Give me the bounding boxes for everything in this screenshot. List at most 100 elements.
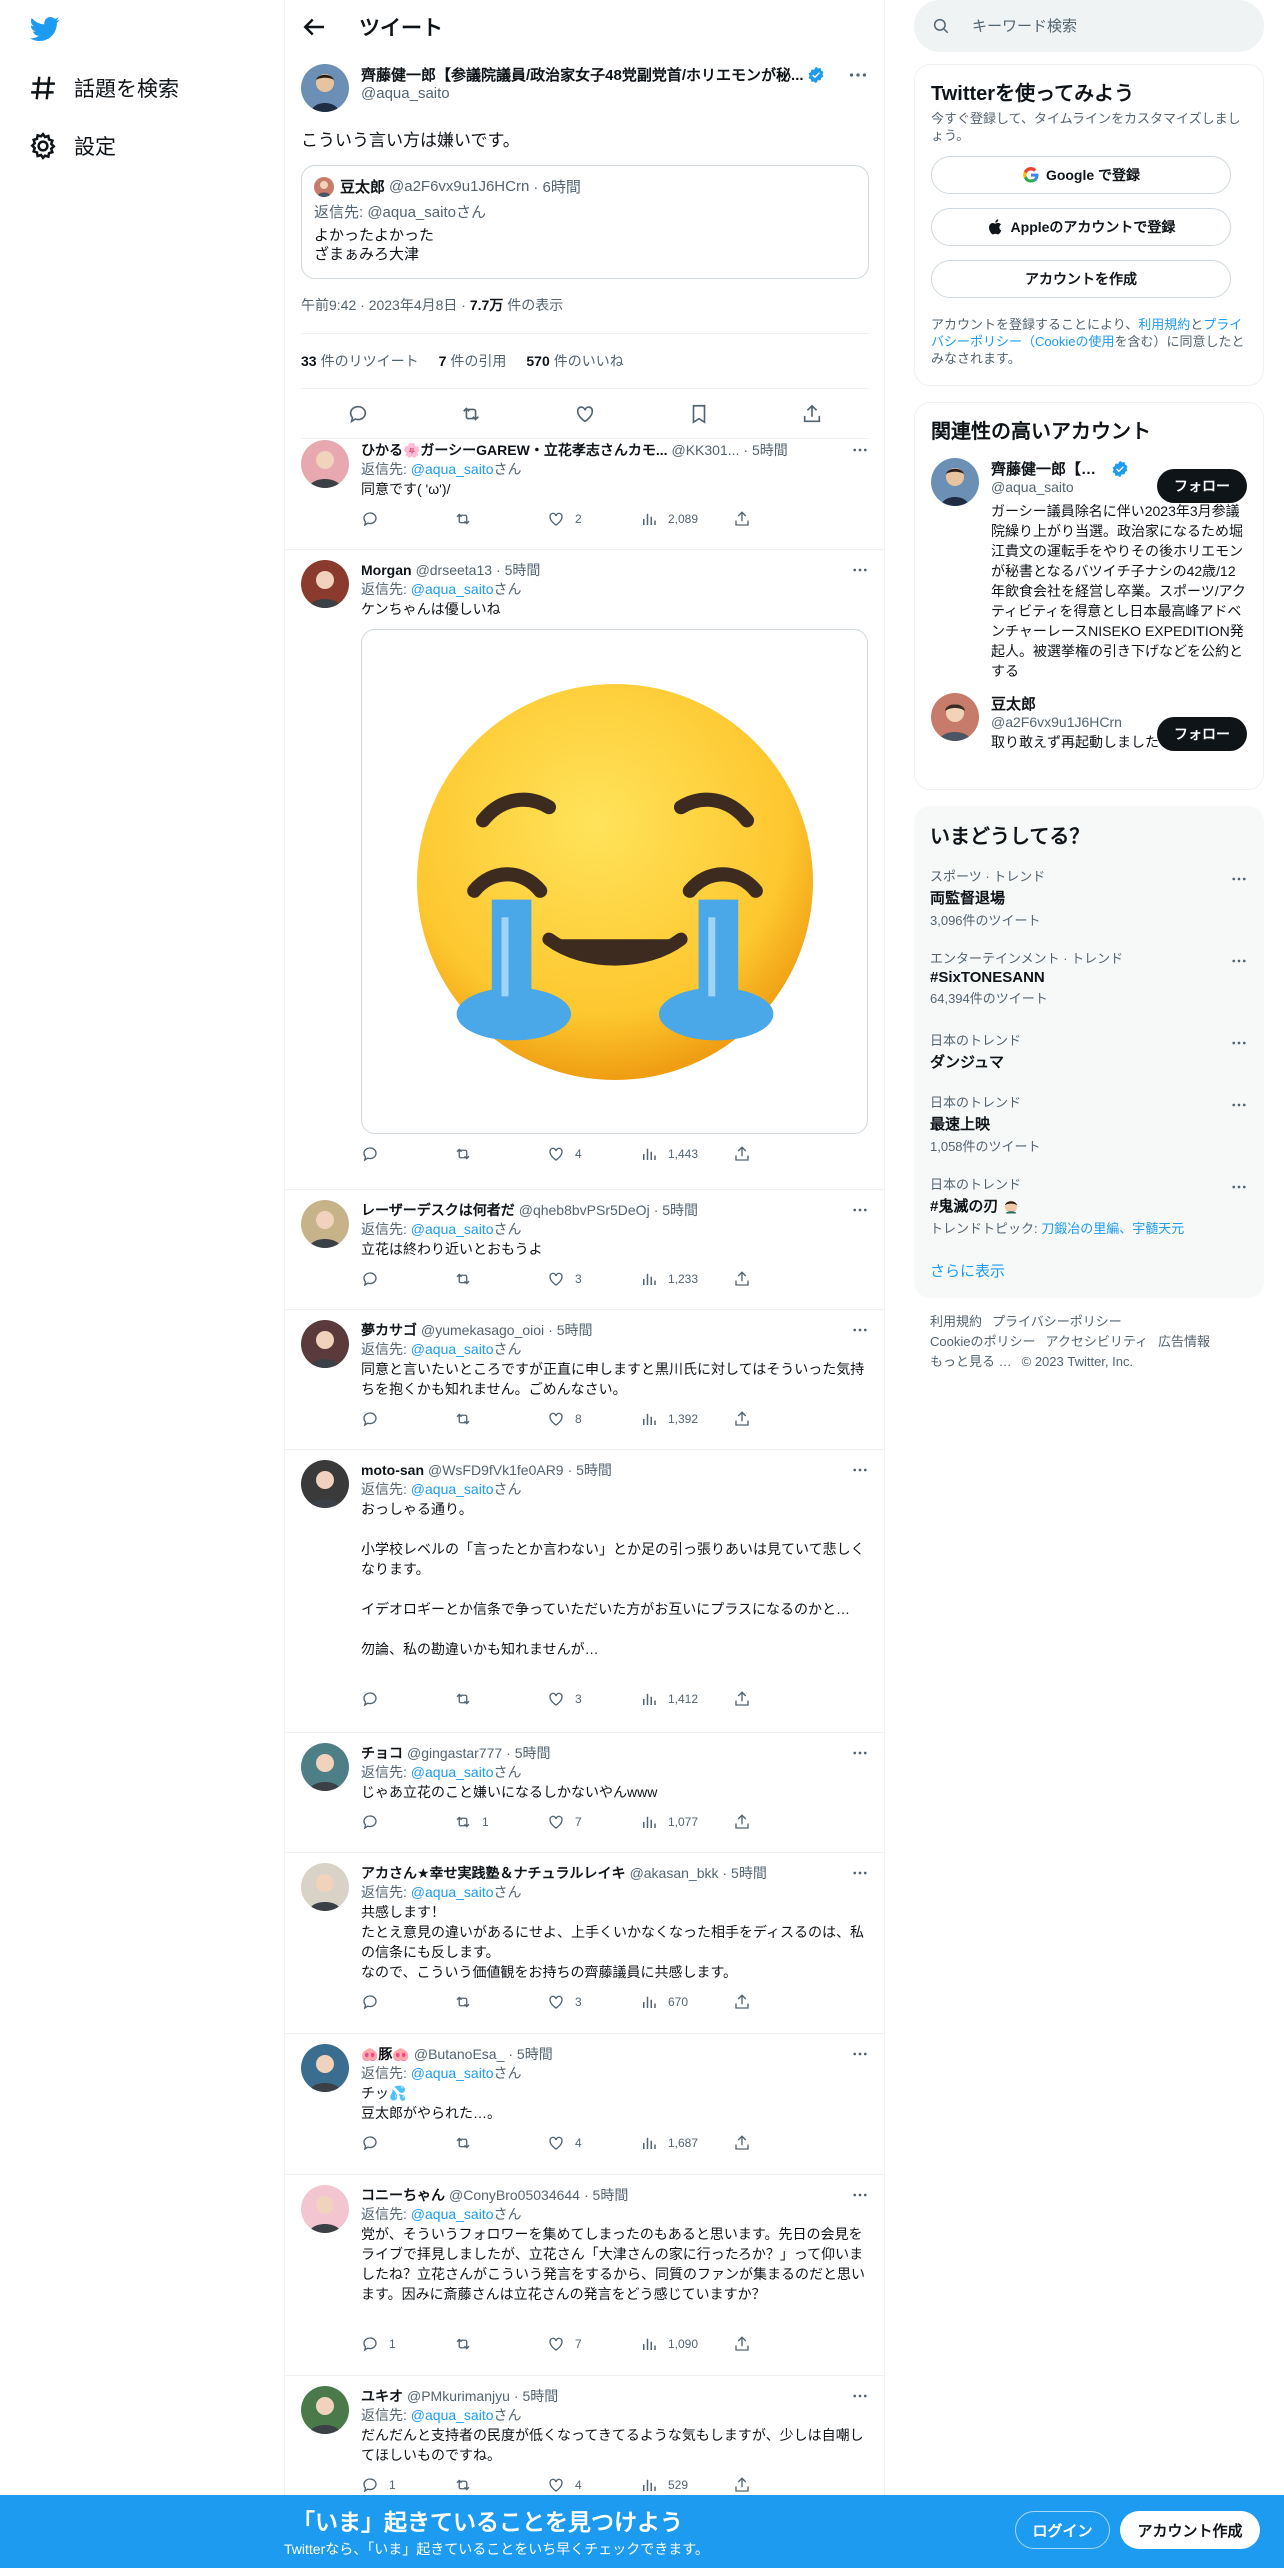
reply-to-link[interactable]: @aqua_saito [411,1341,494,1357]
retweets-stat[interactable]: 33 件のリツイート [301,351,419,371]
retweet-button[interactable] [454,2476,547,2494]
reply-tweet[interactable]: コニーちゃん @ConyBro05034644 · 5時間 返信先: @aqua… [285,2175,884,2376]
reply-button[interactable] [361,1993,454,2011]
like-button[interactable]: 3 [547,1270,640,1288]
retweet-button[interactable] [454,2134,547,2152]
reply-tweet[interactable]: Morgan @drseeta13 · 5時間 返信先: @aqua_saito… [285,550,884,1190]
likes-stat[interactable]: 570 件のいいね [526,351,623,371]
create-account-button[interactable]: アカウントを作成 [931,260,1231,298]
views-button[interactable]: 2,089 [640,510,733,528]
share-button[interactable] [733,1145,826,1163]
reply-tweet[interactable]: レーザーデスクは何者だ @qheb8bvPSr5DeOj · 5時間 返信先: … [285,1190,884,1310]
like-button[interactable]: 4 [547,1145,640,1163]
share-button[interactable] [733,2476,826,2494]
more-options-icon[interactable] [1230,1178,1248,1196]
share-button[interactable] [733,1410,826,1428]
more-options-icon[interactable] [851,561,869,579]
reply-button[interactable] [361,1690,454,1708]
reply-avatar[interactable] [301,2044,349,2092]
terms-link[interactable]: 利用規約 [1138,317,1190,332]
login-button[interactable]: ログイン [1015,2511,1110,2549]
reply-time[interactable]: · 5時間 [743,440,787,460]
views-button[interactable]: 1,233 [640,1270,733,1288]
retweet-button[interactable] [454,1410,547,1428]
reply-tweet[interactable]: 夢カサゴ @yumekasago_oioi · 5時間 返信先: @aqua_s… [285,1310,884,1450]
trend-item[interactable]: 日本のトレンド ダンジュマ [930,1030,1248,1072]
reply-time[interactable]: · 5時間 [654,1200,698,1220]
reply-tweet[interactable]: ひかる🌸ガーシーGAREW・立花孝志さんカモ... @KK301... · 5時… [285,430,884,550]
footer-link[interactable]: アクセシビリティ [1045,1334,1148,1349]
more-options-icon[interactable] [851,2387,869,2405]
bookmark-icon[interactable] [688,403,710,425]
like-button[interactable]: 2 [547,510,640,528]
more-options-icon[interactable] [851,1864,869,1882]
google-signup-button[interactable]: Google で登録 [931,156,1231,194]
signup-button[interactable]: アカウント作成 [1120,2511,1260,2549]
share-button[interactable] [733,510,826,528]
like-button[interactable]: 3 [547,1993,640,2011]
reply-time[interactable]: · 5時間 [506,1743,550,1763]
show-more-link[interactable]: さらに表示 [930,1260,1005,1281]
more-options-icon[interactable] [851,1461,869,1479]
views-button[interactable]: 670 [640,1993,733,2011]
share-button[interactable] [733,1813,826,1831]
reply-button[interactable]: 1 [361,2476,454,2494]
trend-topic-link[interactable]: 刀鍛冶の里編、宇髄天元 [1041,1221,1184,1236]
retweet-icon[interactable] [460,403,482,425]
trend-item[interactable]: エンターテインメント · トレンド #SixTONESANN 64,394件のツ… [930,948,1248,1007]
reply-author-name[interactable]: チョコ [361,1743,403,1763]
retweet-button[interactable]: 1 [454,1813,547,1831]
reply-button[interactable] [361,1813,454,1831]
views-button[interactable]: 1,392 [640,1410,733,1428]
reply-avatar[interactable] [301,440,349,488]
reply-to-link[interactable]: @aqua_saito [411,2065,494,2081]
reply-to-link[interactable]: @aqua_saito [411,2407,494,2423]
reply-button[interactable] [361,2134,454,2152]
reply-time[interactable]: · 5時間 [514,2386,558,2406]
footer-link[interactable]: 広告情報 [1158,1334,1210,1349]
reply-to-link[interactable]: @aqua_saito [411,1764,494,1780]
reply-time[interactable]: · 5時間 [496,560,540,580]
share-button[interactable] [733,2335,826,2353]
more-options-icon[interactable] [1230,1096,1248,1114]
share-button[interactable] [733,2134,826,2152]
more-options-icon[interactable] [1230,870,1248,888]
author-avatar[interactable] [301,64,349,112]
views-button[interactable]: 1,443 [640,1145,733,1163]
retweet-button[interactable] [454,1270,547,1288]
reply-to-link[interactable]: @aqua_saito [411,1221,494,1237]
reply-button[interactable]: 1 [361,2335,454,2353]
search-box[interactable] [914,0,1264,52]
share-button[interactable] [733,1993,826,2011]
follow-button[interactable]: フォロー [1157,717,1247,751]
reply-author-name[interactable]: 🐽豚🐽 [361,2044,410,2064]
reply-tweet[interactable]: アカさん★幸せ実践塾＆ナチュラルレイキ @akasan_bkk · 5時間 返信… [285,1853,884,2034]
reply-author-name[interactable]: アカさん★幸せ実践塾＆ナチュラルレイキ [361,1863,626,1883]
reply-avatar[interactable] [301,1460,349,1508]
retweet-button[interactable] [454,510,547,528]
nav-explore[interactable]: 話題を検索 [28,68,179,108]
reply-author-name[interactable]: moto-san [361,1462,424,1478]
reply-icon[interactable] [347,403,369,425]
like-icon[interactable] [574,403,596,425]
apple-signup-button[interactable]: Appleのアカウントで登録 [931,208,1231,246]
retweet-button[interactable] [454,1690,547,1708]
share-button[interactable] [733,1270,826,1288]
more-options-icon[interactable] [851,2186,869,2204]
footer-link[interactable]: Cookieのポリシー [930,1334,1035,1349]
reply-button[interactable] [361,510,454,528]
more-options-icon[interactable] [847,64,869,86]
reply-time[interactable]: · 5時間 [548,1320,592,1340]
footer-link[interactable]: もっと見る … [930,1354,1012,1369]
tweet-time[interactable]: 午前9:42 · 2023年4月8日 · [301,297,470,313]
reply-to-link[interactable]: @aqua_saito [411,1481,494,1497]
nav-settings[interactable]: 設定 [28,126,116,166]
retweet-button[interactable] [454,1145,547,1163]
like-button[interactable]: 8 [547,1410,640,1428]
quotes-stat[interactable]: 7 件の引用 [439,351,507,371]
reply-button[interactable] [361,1145,454,1163]
like-button[interactable]: 3 [547,1690,640,1708]
more-options-icon[interactable] [1230,952,1248,970]
reply-author-name[interactable]: コニーちゃん [361,2185,445,2205]
like-button[interactable]: 4 [547,2476,640,2494]
